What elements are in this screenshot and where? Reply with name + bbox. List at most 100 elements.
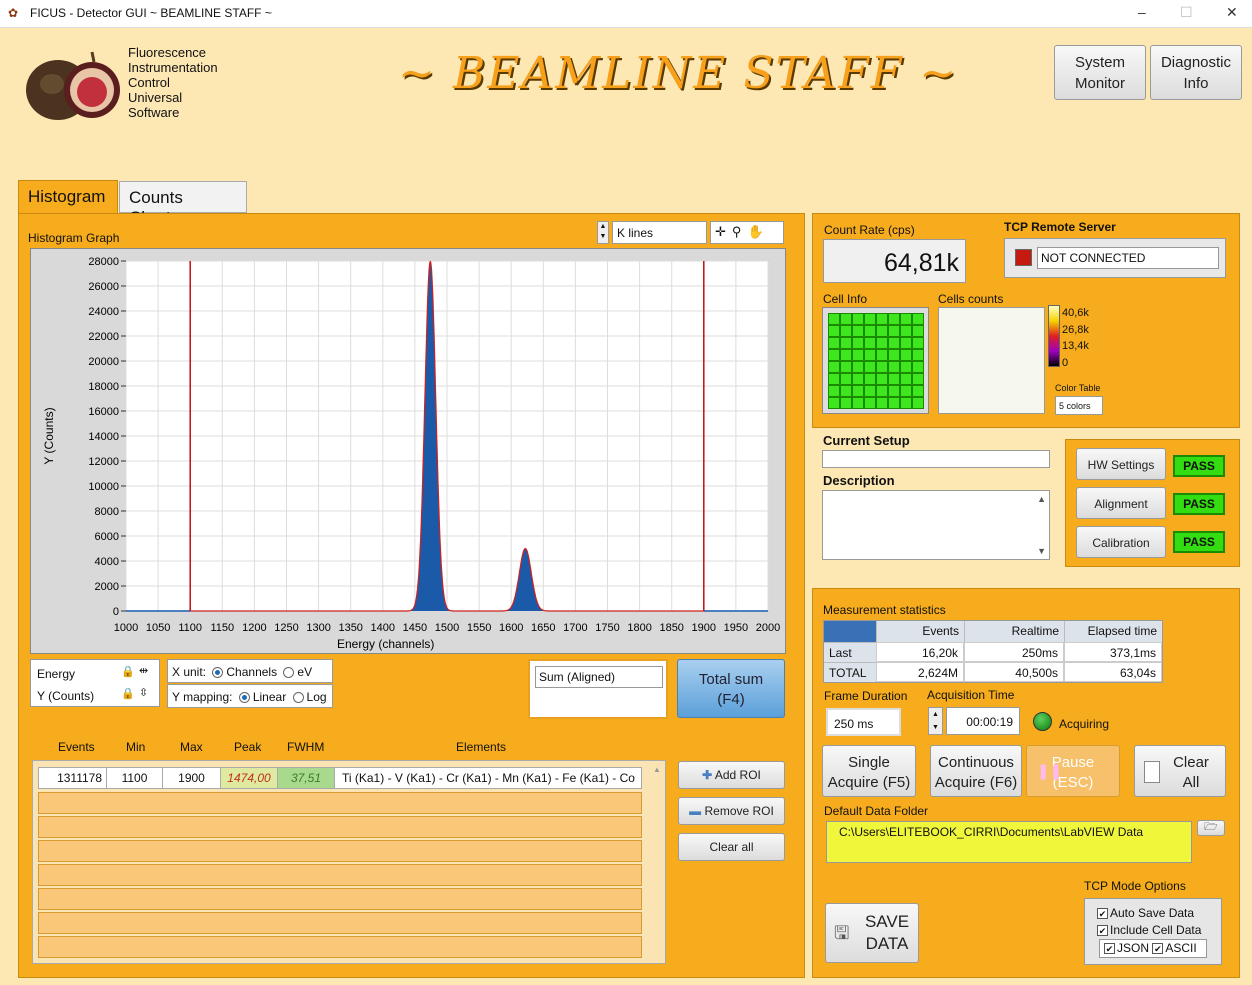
cell-indicator[interactable] <box>828 349 840 361</box>
save-data-button[interactable]: 🖫 SAVE DATA <box>825 903 919 963</box>
cell-indicator[interactable] <box>888 373 900 385</box>
roi-row[interactable]: 1311178 1100 1900 1474,00 37,51 Ti (Ka1)… <box>38 767 642 789</box>
cell-indicator[interactable] <box>852 397 864 409</box>
cell-indicator[interactable] <box>888 337 900 349</box>
cell-indicator[interactable] <box>864 337 876 349</box>
lock-icon[interactable]: 🔒 <box>121 687 135 700</box>
log-radio[interactable] <box>292 692 304 704</box>
include-cell-checkbox[interactable]: ✔ <box>1097 925 1108 937</box>
scroll-down-icon[interactable]: ▼ <box>1037 546 1046 556</box>
cell-indicator[interactable] <box>912 349 924 361</box>
clear-all-roi-button[interactable]: Clear all <box>678 833 785 861</box>
cell-indicator[interactable] <box>864 373 876 385</box>
cell-indicator[interactable] <box>828 397 840 409</box>
cell-indicator[interactable] <box>888 325 900 337</box>
roi-row-empty[interactable] <box>38 864 642 886</box>
cell-indicator[interactable] <box>840 313 852 325</box>
system-monitor-button[interactable]: System Monitor <box>1054 45 1146 100</box>
cell-indicator[interactable] <box>840 361 852 373</box>
data-folder-path[interactable]: C:\Users\ELITEBOOK_CIRRI\Documents\LabVI… <box>826 821 1192 863</box>
cell-indicator[interactable] <box>840 397 852 409</box>
cell-indicator[interactable] <box>852 373 864 385</box>
roi-row-empty[interactable] <box>38 888 642 910</box>
cell-indicator[interactable] <box>912 313 924 325</box>
tab-counts-charts[interactable]: Counts Charts <box>119 181 247 227</box>
cell-indicator[interactable] <box>888 397 900 409</box>
pause-button[interactable]: ❚❚ Pause (ESC) <box>1026 745 1120 797</box>
cell-indicator[interactable] <box>852 349 864 361</box>
cell-indicator[interactable] <box>912 373 924 385</box>
total-sum-button[interactable]: Total sum (F4) <box>677 659 785 718</box>
description-field[interactable]: ▲ ▼ <box>822 490 1050 560</box>
ascii-checkbox[interactable]: ✔ <box>1152 943 1164 955</box>
cell-indicator[interactable] <box>900 349 912 361</box>
cell-indicator[interactable] <box>864 385 876 397</box>
cell-indicator[interactable] <box>888 349 900 361</box>
cell-indicator[interactable] <box>840 337 852 349</box>
cell-indicator[interactable] <box>900 325 912 337</box>
cell-indicator[interactable] <box>876 385 888 397</box>
cell-indicator[interactable] <box>828 313 840 325</box>
linear-radio[interactable] <box>238 692 250 704</box>
cell-indicator[interactable] <box>876 361 888 373</box>
roi-scrollbar[interactable]: ▲ <box>651 765 663 961</box>
acquisition-time-field[interactable]: 00:00:19 <box>946 707 1020 735</box>
cell-indicator[interactable] <box>876 349 888 361</box>
cell-indicator[interactable] <box>900 397 912 409</box>
roi-row-empty[interactable] <box>38 912 642 934</box>
add-roi-button[interactable]: ✚ Add ROI <box>678 761 785 789</box>
sum-mode-field[interactable]: Sum (Aligned) <box>535 666 663 688</box>
roi-row-empty[interactable] <box>38 840 642 862</box>
frame-duration-field[interactable]: 250 ms <box>826 708 901 736</box>
calibration-button[interactable]: Calibration <box>1076 526 1166 558</box>
cell-indicator[interactable] <box>828 385 840 397</box>
autoscale-x-icon[interactable]: ⇹ <box>139 664 148 677</box>
cell-indicator[interactable] <box>828 325 840 337</box>
channels-radio[interactable] <box>212 667 224 679</box>
cell-indicator[interactable] <box>828 361 840 373</box>
cell-indicator[interactable] <box>912 397 924 409</box>
continuous-acquire-button[interactable]: Continuous Acquire (F6) <box>930 745 1022 797</box>
autoscale-y-icon[interactable]: ⇳ <box>139 686 148 699</box>
cell-indicator[interactable] <box>876 373 888 385</box>
tab-histogram[interactable]: Histogram <box>18 180 118 214</box>
cell-indicator[interactable] <box>840 349 852 361</box>
color-table-selector[interactable]: 5 colors <box>1055 396 1103 415</box>
maximize-button[interactable]: ☐ <box>1180 4 1193 21</box>
cell-indicator[interactable] <box>900 373 912 385</box>
zoom-icon[interactable]: ⚲ <box>732 224 748 239</box>
roi-row-empty[interactable] <box>38 816 642 838</box>
cell-indicator[interactable] <box>852 337 864 349</box>
acquisition-time-spinner[interactable]: ▲ ▼ <box>928 707 943 735</box>
pan-hand-icon[interactable]: ✋ <box>747 224 769 239</box>
hw-settings-button[interactable]: HW Settings <box>1076 448 1166 480</box>
line-selector[interactable]: K lines <box>612 221 707 244</box>
cell-indicator[interactable] <box>900 361 912 373</box>
line-selector-spinner[interactable]: ▲ ▼ <box>597 221 609 244</box>
remove-roi-button[interactable]: ▬ Remove ROI <box>678 797 785 825</box>
current-setup-field[interactable] <box>822 450 1050 468</box>
minimize-button[interactable]: – <box>1138 4 1146 20</box>
cell-indicator[interactable] <box>912 385 924 397</box>
cell-indicator[interactable] <box>864 397 876 409</box>
cell-indicator[interactable] <box>912 325 924 337</box>
cell-info-grid[interactable] <box>822 307 929 414</box>
ev-radio[interactable] <box>283 667 295 679</box>
cell-indicator[interactable] <box>864 361 876 373</box>
cell-indicator[interactable] <box>876 313 888 325</box>
close-button[interactable]: ✕ <box>1226 4 1238 21</box>
scroll-up-icon[interactable]: ▲ <box>1037 494 1046 504</box>
alignment-button[interactable]: Alignment <box>1076 487 1166 519</box>
cell-indicator[interactable] <box>912 361 924 373</box>
cell-indicator[interactable] <box>900 313 912 325</box>
browse-folder-icon[interactable]: 🗁 <box>1197 820 1225 836</box>
cell-indicator[interactable] <box>900 337 912 349</box>
cell-indicator[interactable] <box>840 385 852 397</box>
cell-indicator[interactable] <box>864 325 876 337</box>
cell-indicator[interactable] <box>828 373 840 385</box>
cell-indicator[interactable] <box>888 313 900 325</box>
cell-indicator[interactable] <box>864 349 876 361</box>
cell-indicator[interactable] <box>840 325 852 337</box>
cell-indicator[interactable] <box>852 385 864 397</box>
cells-counts-map[interactable] <box>938 307 1045 414</box>
